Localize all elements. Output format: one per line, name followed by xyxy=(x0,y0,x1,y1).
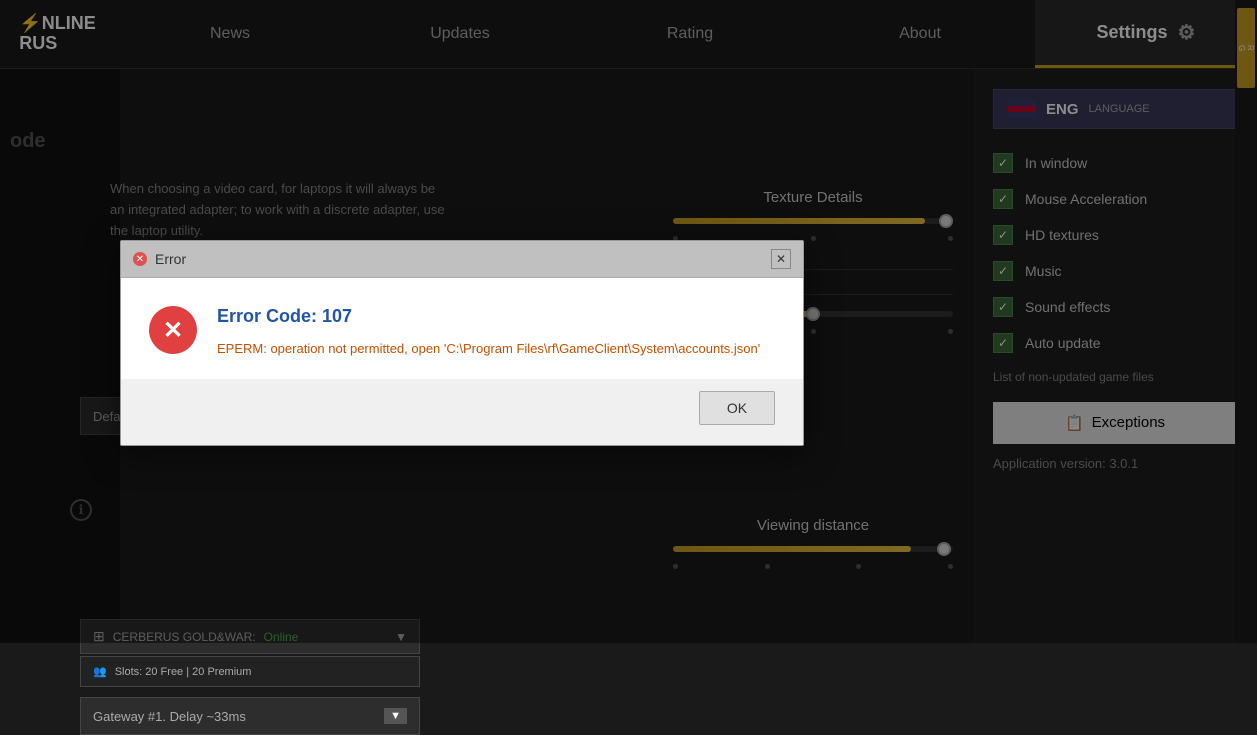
dialog-close-x-icon[interactable]: ✕ xyxy=(133,252,147,266)
server-slots-item: 👥 Slots: 20 Free | 20 Premium xyxy=(80,656,420,687)
error-icon: ✕ xyxy=(149,306,197,354)
dialog-ok-button[interactable]: OK xyxy=(699,391,775,425)
gateway-dropdown[interactable]: Gateway #1. Delay ~33ms ▼ xyxy=(80,697,420,735)
dialog-title-text: Error xyxy=(155,251,186,267)
error-content: Error Code: 107 EPERM: operation not per… xyxy=(217,306,775,359)
dialog-close-button[interactable]: ✕ xyxy=(771,249,791,269)
gateway-dropdown-arrow: ▼ xyxy=(384,708,407,724)
gateway-value: Gateway #1. Delay ~33ms xyxy=(93,709,246,724)
dialog-title-row: ✕ Error xyxy=(133,251,186,267)
dialog-error-row: ✕ Error Code: 107 EPERM: operation not p… xyxy=(149,306,775,359)
slots-icon: 👥 xyxy=(93,665,107,678)
server-slots-text: Slots: 20 Free | 20 Premium xyxy=(115,666,252,678)
dialog-titlebar: ✕ Error ✕ xyxy=(121,241,803,278)
dialog-body: ✕ Error Code: 107 EPERM: operation not p… xyxy=(121,278,803,379)
error-code-text: Error Code: 107 xyxy=(217,306,775,327)
error-message-text: EPERM: operation not permitted, open 'C:… xyxy=(217,339,775,359)
dialog-footer: OK xyxy=(121,379,803,445)
error-dialog: ✕ Error ✕ ✕ Error Code: 107 EPERM: opera… xyxy=(120,240,804,446)
